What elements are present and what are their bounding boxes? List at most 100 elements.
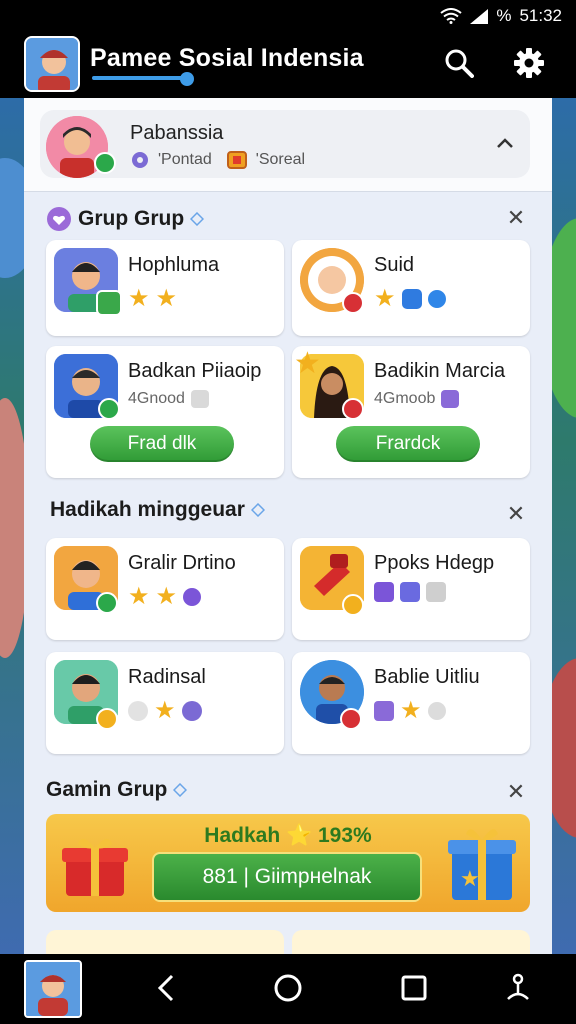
app-bar: Pamee Sosial Indensia [0,32,576,98]
dot-icon [427,289,446,308]
star-icon: ★ [374,285,396,312]
card-sub: 4Gmoob [374,390,460,408]
app-thumbnail[interactable] [24,960,82,1018]
profile-card[interactable]: Pabanssia 'Pontad 'Soreal [40,110,530,178]
back-button[interactable] [148,970,184,1006]
nav-bar [0,954,576,1024]
star-corner-icon: ★ [294,347,321,380]
status-time: 51:32 [519,6,562,25]
settings-button[interactable] [512,46,546,80]
close-icon[interactable]: ✕ [504,780,528,804]
promo-banner[interactable]: Hadkah ⭐ 193% 881 | Giimpнelnak ★ [46,814,530,912]
group-card[interactable]: Badkan Piiaoip 4Gnood Frad dlk [46,346,284,478]
accessibility-button[interactable] [500,970,536,1006]
card-rating: ★ [128,696,202,725]
section-title-hadikah: Hadikah minggeuar [50,498,265,522]
battery-text: % [496,6,512,25]
dice-icon [190,390,209,408]
group-card-partial[interactable] [292,930,530,954]
card-name: Bablie Uitliu [374,666,480,688]
home-button[interactable] [270,970,306,1006]
card-rating: ★ ★ [128,284,177,313]
check-icon [342,594,364,616]
diamond-icon [250,503,265,517]
badge-icon [96,290,122,316]
shield-icon [401,288,422,309]
bag-icon [441,390,460,408]
section-title-grup: Grup Grup [46,206,205,232]
group-card[interactable]: Suid ★ [292,240,530,336]
wifi-icon [440,8,462,24]
status-bar: % 51:32 [0,0,576,32]
close-icon[interactable]: ✕ [504,502,528,526]
recents-button[interactable] [396,970,432,1006]
card-name: Badkan Piiaoip [128,360,262,382]
title-underline [92,76,188,80]
app-title: Pamee Sosial Indensia [90,44,364,72]
chevron-up-icon[interactable] [492,130,518,156]
promo-button[interactable]: 881 | Giimpнelnak [152,852,422,902]
card-sub: 4Gnood [128,390,209,408]
verified-icon [94,152,116,174]
recents-icon [401,975,427,1001]
box-icon [226,151,247,169]
profile-meta-2: 'Soreal [255,151,306,168]
star-icon: ★ [155,285,178,312]
profile-name: Pabanssia [130,122,224,144]
add-friend-button[interactable]: Frardck [336,426,480,462]
group-card[interactable]: Radinsal ★ [46,652,284,754]
grid-icon [374,582,394,602]
dot-icon [128,700,148,721]
group-card[interactable]: Gralir Drtino ★ ★ [46,538,284,640]
card-rating: ★ [374,696,446,725]
content-panel: Pabanssia 'Pontad 'Soreal Grup Grup ✕ Ho… [24,98,552,954]
heart-icon [47,207,71,231]
cube-icon [400,582,420,602]
diamond-icon [190,212,205,226]
gift-box-icon: ★ [448,829,516,900]
check-icon [98,398,120,420]
group-card-partial[interactable] [46,930,284,954]
accessibility-icon [507,973,529,1000]
dot-icon [183,587,202,606]
gear-badge-icon [132,152,148,168]
star-icon: ★ [155,583,178,610]
card-icons [374,582,446,602]
heart-badge-icon [342,398,364,420]
check-icon [96,592,118,614]
card-name: Gralir Drtino [128,552,236,574]
star-icon: ★ [128,583,150,610]
profile-meta: 'Pontad 'Soreal [130,150,305,170]
profile-meta-1: 'Pontad [158,151,212,168]
star-icon: ★ [154,697,176,724]
dot-icon [427,701,446,720]
group-card[interactable]: Ppoks Hdegp [292,538,530,640]
dice-icon [426,582,446,602]
gear-badge-icon [181,700,202,721]
check-icon [96,708,118,730]
panel-header: Pabanssia 'Pontad 'Soreal [24,98,552,192]
home-icon [274,974,302,1002]
card-rating: ★ [374,284,446,313]
back-icon [157,974,174,1002]
group-card[interactable]: ★ Badikin Marcia 4Gmoob Frardck [292,346,530,478]
title-underline-dot [180,72,194,86]
gear-icon [514,48,544,78]
diamond-icon [173,783,188,797]
heart-badge-icon [340,708,362,730]
group-card[interactable]: Bablie Uitliu ★ [292,652,530,754]
card-name: Ppoks Hdegp [374,552,495,574]
group-card[interactable]: Hophluma ★ ★ [46,240,284,336]
close-icon[interactable]: ✕ [504,206,528,230]
card-name: Suid [374,254,415,276]
svg-text:★: ★ [460,866,480,891]
search-icon [445,49,474,78]
add-friend-button[interactable]: Frad dlk [90,426,234,462]
app-avatar[interactable] [24,36,80,92]
star-icon: ★ [128,285,150,312]
card-rating: ★ ★ [128,582,202,611]
section-title-gamin: Gamin Grup [46,778,188,802]
card-name: Badikin Marcia [374,360,506,382]
search-button[interactable] [442,46,476,80]
bag-icon [374,700,394,721]
